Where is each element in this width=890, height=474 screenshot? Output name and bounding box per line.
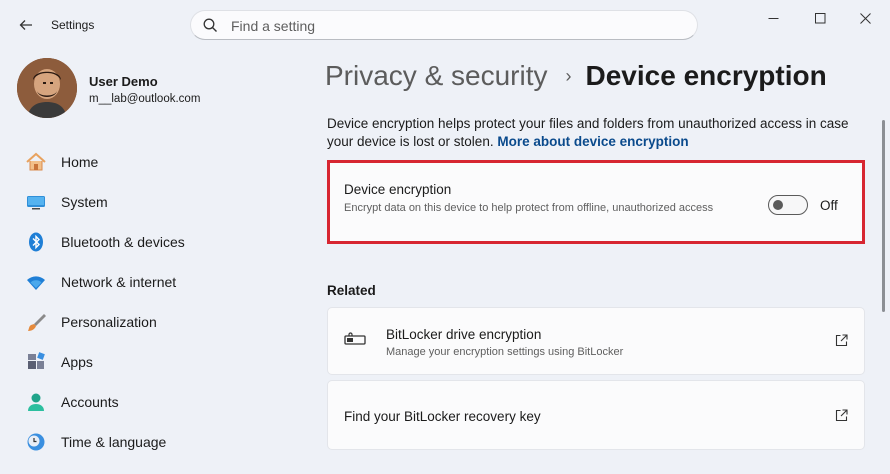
toggle-knob — [773, 200, 783, 210]
sidebar-item-label: Bluetooth & devices — [61, 234, 185, 250]
sidebar-item-label: Home — [61, 154, 99, 170]
close-icon — [859, 12, 871, 24]
sidebar-item-apps[interactable]: Apps — [16, 343, 306, 381]
sidebar-item-label: System — [61, 194, 108, 210]
maximize-icon — [814, 12, 825, 23]
sidebar-item-label: Time & language — [61, 434, 167, 450]
maximize-button[interactable] — [797, 6, 843, 30]
device-encryption-toggle[interactable] — [768, 195, 808, 215]
toggle-state-label: Off — [820, 198, 838, 213]
sidebar-item-home[interactable]: Home — [16, 143, 306, 181]
scrollbar[interactable] — [882, 120, 885, 312]
device-encryption-card: Device encryption Encrypt data on this d… — [327, 160, 865, 244]
setting-title: Device encryption — [344, 182, 452, 197]
user-email: m__lab@outlook.com — [89, 93, 201, 105]
external-link-icon — [835, 409, 848, 427]
external-link-icon — [835, 334, 848, 352]
breadcrumb-parent-link[interactable]: Privacy & security — [325, 60, 548, 92]
search-icon — [203, 18, 217, 32]
card-subtitle: Manage your encryption settings using Bi… — [386, 346, 624, 358]
system-icon — [25, 191, 47, 213]
sidebar-item-label: Network & internet — [61, 274, 177, 290]
wifi-icon — [25, 271, 47, 293]
minimize-icon — [768, 17, 778, 19]
more-info-link[interactable]: More about device encryption — [497, 134, 688, 149]
related-heading: Related — [327, 283, 376, 298]
avatar[interactable] — [17, 58, 77, 118]
sidebar-item-network[interactable]: Network & internet — [16, 263, 306, 301]
bluetooth-icon — [25, 231, 47, 253]
search-input[interactable] — [229, 15, 673, 37]
breadcrumb-separator: › — [565, 65, 572, 86]
find-bitlocker-recovery-key-card[interactable]: Find your BitLocker recovery key — [327, 380, 865, 450]
brush-icon — [25, 311, 47, 333]
breadcrumb: Privacy & security › Device encryption — [325, 60, 827, 92]
accounts-icon — [25, 391, 47, 413]
close-button[interactable] — [842, 6, 888, 30]
sidebar-item-system[interactable]: System — [16, 183, 306, 221]
page-description: Device encryption helps protect your fil… — [327, 115, 872, 151]
sidebar-item-accounts[interactable]: Accounts — [16, 383, 306, 421]
search-box[interactable] — [190, 10, 698, 40]
title-bar: Settings — [0, 0, 890, 50]
sidebar-item-bluetooth[interactable]: Bluetooth & devices — [16, 223, 306, 261]
card-title: Find your BitLocker recovery key — [344, 409, 541, 424]
card-title: BitLocker drive encryption — [386, 327, 542, 342]
bitlocker-key-icon — [344, 332, 366, 353]
apps-icon — [25, 351, 47, 373]
sidebar-item-personalization[interactable]: Personalization — [16, 303, 306, 341]
back-arrow-icon — [19, 20, 32, 30]
time-language-icon — [25, 431, 47, 453]
sidebar-item-label: Personalization — [61, 314, 157, 330]
back-button[interactable] — [12, 12, 40, 38]
setting-subtitle: Encrypt data on this device to help prot… — [344, 202, 714, 214]
minimize-button[interactable] — [750, 6, 796, 30]
app-title: Settings — [51, 18, 95, 32]
sidebar-item-label: Apps — [61, 354, 93, 370]
sidebar-item-time-language[interactable]: Time & language — [16, 423, 306, 461]
home-icon — [25, 151, 47, 173]
page-title: Device encryption — [585, 60, 827, 91]
user-name: User Demo — [89, 74, 158, 89]
bitlocker-drive-encryption-card[interactable]: BitLocker drive encryption Manage your e… — [327, 307, 865, 375]
sidebar-item-label: Accounts — [61, 394, 119, 410]
